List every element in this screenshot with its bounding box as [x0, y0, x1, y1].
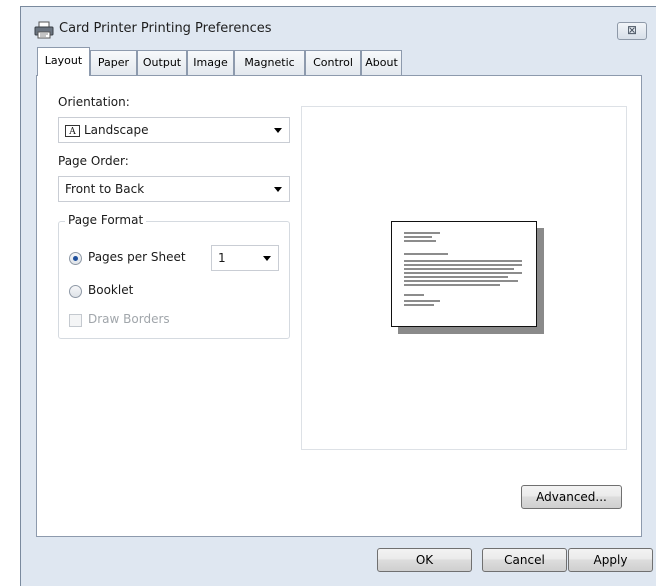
close-icon: ⊠	[626, 23, 638, 37]
tab-layout[interactable]: Layout	[37, 47, 90, 76]
advanced-button[interactable]: Advanced...	[521, 485, 622, 509]
tab-control[interactable]: Control	[305, 50, 361, 75]
chevron-down-icon	[274, 187, 282, 192]
orientation-value: Landscape	[84, 123, 149, 137]
tab-paper[interactable]: Paper	[90, 50, 137, 75]
chevron-down-icon	[263, 256, 271, 261]
booklet-radio[interactable]	[69, 285, 82, 298]
tab-image[interactable]: Image	[187, 50, 234, 75]
page-order-select[interactable]: Front to Back	[58, 176, 290, 202]
ok-button[interactable]: OK	[377, 548, 472, 572]
chevron-down-icon	[274, 128, 282, 133]
dialog-window: Card Printer Printing Preferences ⊠ Layo…	[20, 6, 656, 586]
page-format-group: Page Format Pages per Sheet 1 Booklet Dr…	[58, 213, 290, 339]
tab-about[interactable]: About	[361, 50, 402, 75]
landscape-icon: A	[65, 124, 80, 137]
pages-per-sheet-label[interactable]: Pages per Sheet	[88, 250, 186, 264]
pages-per-sheet-select[interactable]: 1	[211, 245, 279, 271]
tab-magnetic[interactable]: Magnetic	[234, 50, 305, 75]
pages-per-sheet-value: 1	[218, 251, 226, 265]
close-button[interactable]: ⊠	[617, 22, 647, 40]
page-order-value: Front to Back	[65, 182, 145, 196]
tab-output[interactable]: Output	[137, 50, 187, 75]
printer-icon	[34, 21, 54, 39]
page-order-label: Page Order:	[58, 154, 129, 168]
pages-per-sheet-radio[interactable]	[69, 252, 82, 265]
window-title: Card Printer Printing Preferences	[59, 21, 272, 36]
page-format-title: Page Format	[65, 213, 147, 227]
orientation-select[interactable]: A Landscape	[58, 117, 290, 143]
draw-borders-label: Draw Borders	[88, 312, 170, 326]
cancel-button[interactable]: Cancel	[482, 548, 567, 572]
title-bar: Card Printer Printing Preferences ⊠	[21, 7, 656, 41]
draw-borders-checkbox[interactable]	[69, 314, 82, 327]
preview-page	[391, 221, 537, 327]
apply-button[interactable]: Apply	[568, 548, 653, 572]
layout-preview	[301, 106, 627, 450]
booklet-label[interactable]: Booklet	[88, 283, 133, 297]
tab-panel-layout: Orientation: A Landscape Page Order: Fron…	[36, 75, 642, 537]
orientation-label: Orientation:	[58, 95, 130, 109]
